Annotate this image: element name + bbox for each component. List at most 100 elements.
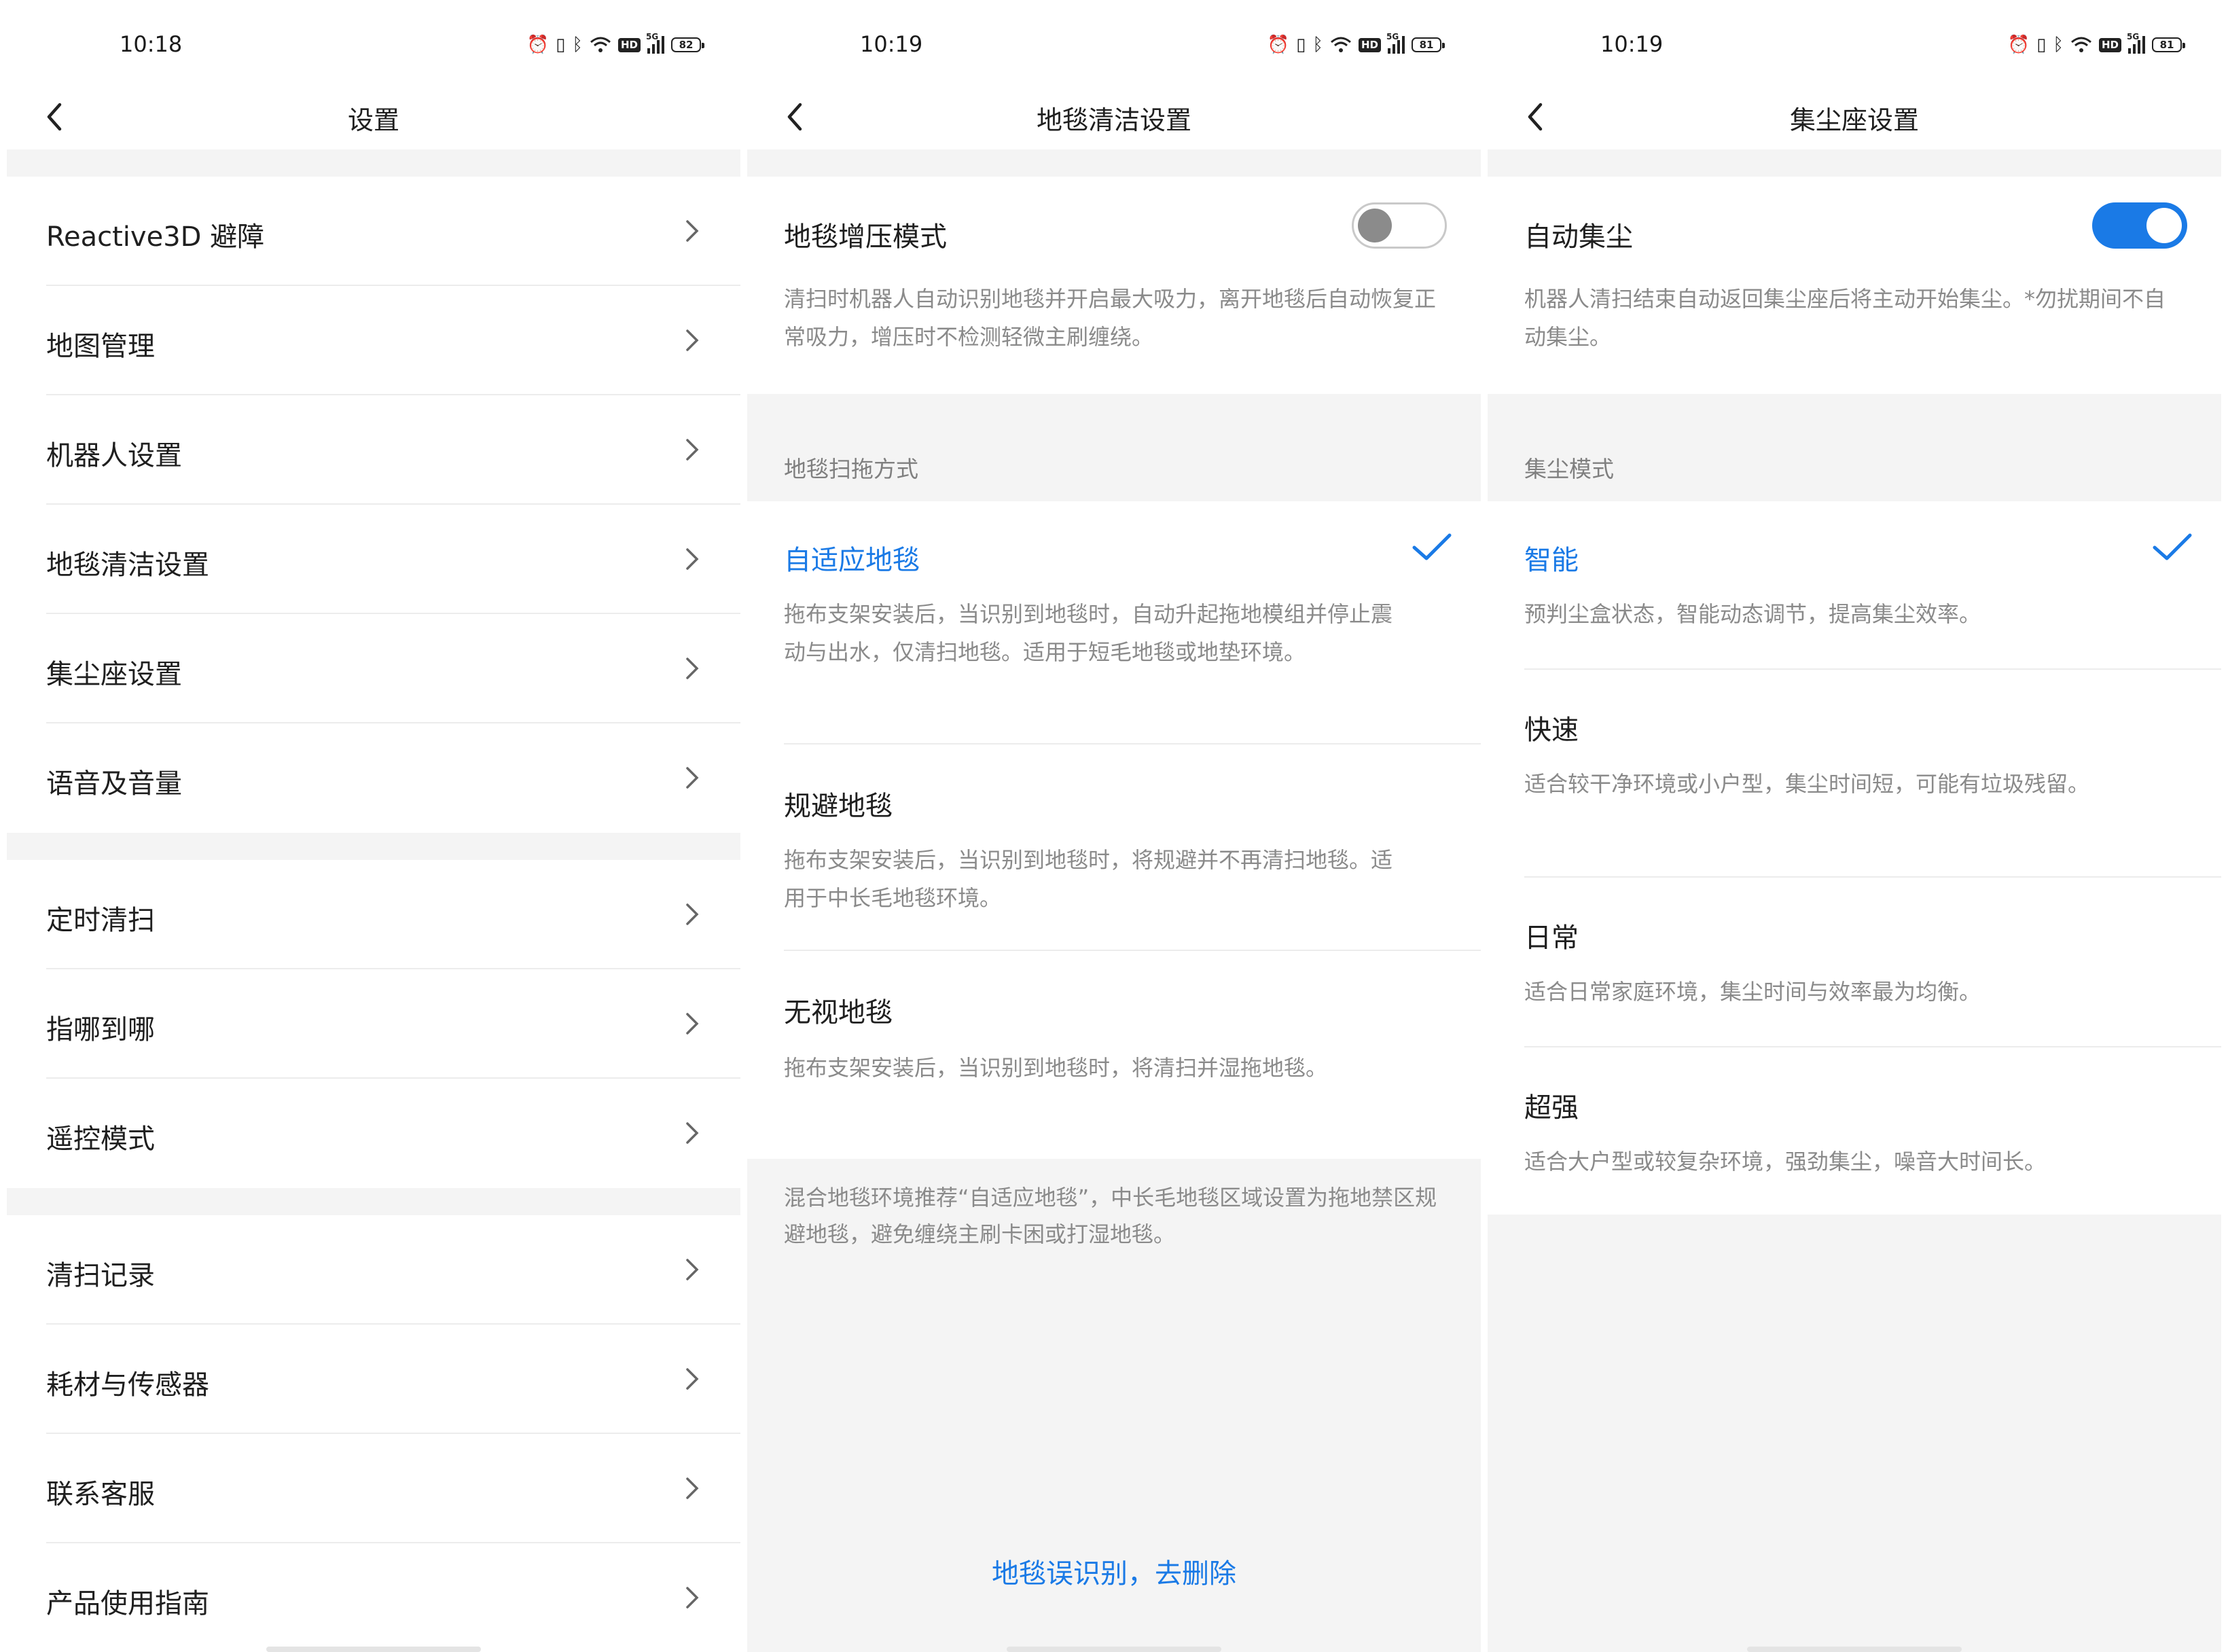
chevron-right-icon bbox=[686, 1368, 699, 1390]
option-daily[interactable]: 日常 bbox=[1524, 916, 1579, 955]
carpet-boost-card: 地毯增压模式 清扫时机器人自动识别地毯并开启最大吸力，离开地毯后自动恢复正常吸力… bbox=[747, 177, 1481, 394]
option-strong[interactable]: 超强 bbox=[1524, 1085, 1579, 1125]
header: 设置 bbox=[7, 88, 740, 149]
status-icons: ⏰ ▯ ᛒ HD 5G 82 bbox=[526, 32, 704, 57]
chevron-right-icon bbox=[686, 903, 699, 925]
option-avoid[interactable]: 规避地毯 bbox=[784, 784, 893, 823]
home-indicator[interactable] bbox=[266, 1647, 481, 1652]
alarm-icon: ⏰ bbox=[526, 35, 550, 55]
carpet-mode-list: 自适应地毯 拖布支架安装后，当识别到地毯时，自动升起拖地模组并停止震动与出水，仅… bbox=[747, 501, 1481, 1159]
bluetooth-icon: ᛒ bbox=[572, 35, 583, 55]
dust-station-settings-screen: 10:19 ⏰ ▯ ᛒ HD 5G 81 集尘座设置 自动集尘 机器人清扫结束自… bbox=[1488, 0, 2221, 1652]
row-label: 遥控模式 bbox=[46, 1124, 155, 1155]
row-label: 清扫记录 bbox=[46, 1260, 155, 1291]
dust-mode-list: 智能 预判尘盒状态，智能动态调节，提高集尘效率。 快速 适合较干净环境或小户型，… bbox=[1488, 501, 2221, 1215]
settings-row[interactable]: 地图管理 bbox=[7, 286, 740, 395]
vibrate-icon: ▯ bbox=[556, 35, 566, 55]
row-label: 地毯清洁设置 bbox=[46, 550, 209, 581]
page-title: 地毯清洁设置 bbox=[1036, 105, 1191, 135]
carpet-boost-toggle[interactable] bbox=[1352, 202, 1447, 249]
signal-icon: 5G bbox=[1386, 32, 1405, 54]
row-label: 定时清扫 bbox=[46, 905, 155, 936]
status-time: 10:19 bbox=[1600, 31, 1664, 57]
option-desc: 拖布支架安装后，当识别到地毯时，自动升起拖地模组并停止震动与出水，仅清扫地毯。适… bbox=[784, 601, 1393, 665]
chevron-right-icon bbox=[686, 329, 699, 351]
settings-row[interactable]: 指哪到哪 bbox=[7, 969, 740, 1079]
row-label: 指哪到哪 bbox=[46, 1014, 155, 1045]
row-label: 耗材与传感器 bbox=[46, 1369, 209, 1401]
battery-icon: 81 bbox=[1412, 37, 1445, 52]
settings-list: Reactive3D 避障 地图管理 机器人设置 地毯清洁设置 集尘座设置 语音… bbox=[7, 149, 740, 1652]
home-indicator[interactable] bbox=[1747, 1647, 1962, 1652]
settings-row[interactable]: 遥控模式 bbox=[7, 1079, 740, 1188]
carpet-boost-label: 地毯增压模式 bbox=[784, 221, 947, 253]
home-indicator[interactable] bbox=[1007, 1647, 1221, 1652]
auto-dust-desc: 机器人清扫结束自动返回集尘座后将主动开始集尘。*勿扰期间不自动集尘。 bbox=[1524, 286, 2166, 350]
settings-row[interactable]: 产品使用指南 bbox=[7, 1543, 740, 1652]
signal-icon: 5G bbox=[2127, 32, 2145, 54]
settings-row[interactable]: 集尘座设置 bbox=[7, 614, 740, 723]
chevron-right-icon bbox=[686, 439, 699, 461]
status-bar: 10:19 ⏰ ▯ ᛒ HD 5G 81 bbox=[1488, 0, 2221, 88]
carpet-misdetect-link[interactable]: 地毯误识别，去删除 bbox=[747, 1551, 1481, 1591]
bluetooth-icon: ᛒ bbox=[2053, 35, 2064, 55]
auto-dust-label: 自动集尘 bbox=[1524, 221, 1633, 253]
settings-row[interactable]: 清扫记录 bbox=[7, 1215, 740, 1325]
chevron-right-icon bbox=[686, 1013, 699, 1035]
wifi-icon bbox=[2071, 37, 2091, 52]
row-label: Reactive3D 避障 bbox=[46, 221, 265, 253]
status-icons: ⏰ ▯ ᛒ HD 5G 81 bbox=[2007, 32, 2185, 57]
hd-icon: HD bbox=[2098, 37, 2121, 52]
row-label: 语音及音量 bbox=[46, 768, 182, 800]
settings-row[interactable]: 语音及音量 bbox=[7, 723, 740, 833]
auto-dust-card: 自动集尘 机器人清扫结束自动返回集尘座后将主动开始集尘。*勿扰期间不自动集尘。 bbox=[1488, 177, 2221, 394]
battery-icon: 82 bbox=[671, 37, 704, 52]
settings-row[interactable]: 联系客服 bbox=[7, 1434, 740, 1543]
battery-icon: 81 bbox=[2152, 37, 2185, 52]
chevron-right-icon bbox=[686, 1477, 699, 1499]
section-label: 集尘模式 bbox=[1524, 456, 1614, 482]
alarm-icon: ⏰ bbox=[2007, 35, 2030, 55]
row-label: 联系客服 bbox=[46, 1479, 155, 1510]
settings-screen: 10:18 ⏰ ▯ ᛒ HD 5G 82 设置 Reactive3D 避障 地图… bbox=[7, 0, 740, 1652]
recommendation-note: 混合地毯环境推荐“自适应地毯”，中长毛地毯区域设置为拖地禁区规避地毯，避免缠绕主… bbox=[784, 1185, 1437, 1247]
chevron-right-icon bbox=[686, 548, 699, 570]
option-ignore[interactable]: 无视地毯 bbox=[784, 990, 893, 1030]
hd-icon: HD bbox=[1358, 37, 1381, 52]
option-smart[interactable]: 智能 bbox=[1524, 538, 1579, 577]
chevron-right-icon bbox=[686, 1259, 699, 1280]
carpet-settings-screen: 10:19 ⏰ ▯ ᛒ HD 5G 81 地毯清洁设置 地毯增压模式 清扫时机器… bbox=[747, 0, 1481, 1652]
status-bar: 10:18 ⏰ ▯ ᛒ HD 5G 82 bbox=[7, 0, 740, 88]
option-desc: 适合大户型或较复杂环境，强劲集尘，噪音大时间长。 bbox=[1524, 1149, 2047, 1174]
status-bar: 10:19 ⏰ ▯ ᛒ HD 5G 81 bbox=[747, 0, 1481, 88]
settings-row[interactable]: 机器人设置 bbox=[7, 395, 740, 505]
wifi-icon bbox=[590, 37, 611, 52]
check-icon bbox=[2153, 533, 2192, 560]
wifi-icon bbox=[1331, 37, 1351, 52]
alarm-icon: ⏰ bbox=[1267, 35, 1290, 55]
settings-row[interactable]: 地毯清洁设置 bbox=[7, 505, 740, 614]
section-label: 地毯扫拖方式 bbox=[784, 456, 918, 482]
vibrate-icon: ▯ bbox=[2036, 35, 2047, 55]
chevron-right-icon bbox=[686, 1122, 699, 1144]
option-desc: 预判尘盒状态，智能动态调节，提高集尘效率。 bbox=[1524, 601, 1981, 627]
chevron-right-icon bbox=[686, 220, 699, 242]
option-desc: 拖布支架安装后，当识别到地毯时，将清扫并湿拖地毯。 bbox=[784, 1055, 1328, 1081]
option-adaptive[interactable]: 自适应地毯 bbox=[784, 538, 920, 577]
chevron-right-icon bbox=[686, 658, 699, 679]
vibrate-icon: ▯ bbox=[1296, 35, 1306, 55]
bluetooth-icon: ᛒ bbox=[1312, 35, 1323, 55]
signal-icon: 5G bbox=[646, 32, 664, 54]
option-fast[interactable]: 快速 bbox=[1524, 708, 1579, 747]
settings-row[interactable]: 定时清扫 bbox=[7, 860, 740, 969]
hd-icon: HD bbox=[617, 37, 641, 52]
option-desc: 适合较干净环境或小户型，集尘时间短，可能有垃圾残留。 bbox=[1524, 771, 2090, 797]
page-title: 设置 bbox=[347, 105, 399, 135]
settings-row[interactable]: Reactive3D 避障 bbox=[7, 177, 740, 286]
header: 集尘座设置 bbox=[1488, 88, 2221, 149]
page-title: 集尘座设置 bbox=[1789, 105, 1919, 135]
auto-dust-toggle[interactable] bbox=[2092, 202, 2187, 249]
settings-row[interactable]: 耗材与传感器 bbox=[7, 1325, 740, 1434]
chevron-right-icon bbox=[686, 1587, 699, 1609]
option-desc: 拖布支架安装后，当识别到地毯时，将规避并不再清扫地毯。适用于中长毛地毯环境。 bbox=[784, 847, 1393, 911]
